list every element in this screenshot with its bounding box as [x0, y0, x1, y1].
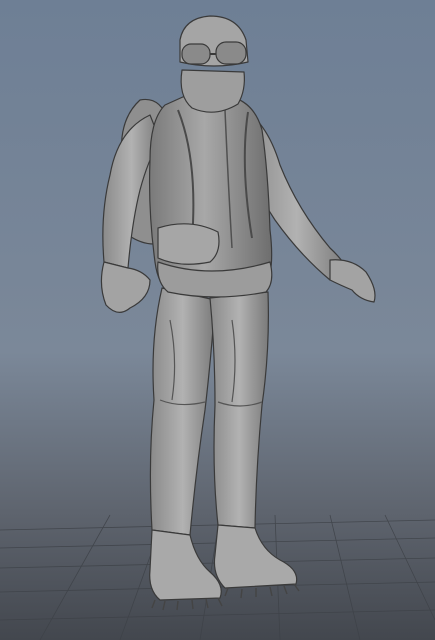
viewport-canvas[interactable] [0, 0, 435, 640]
face-mask [180, 69, 245, 113]
chest-pouch [157, 223, 220, 265]
3d-viewport[interactable] [0, 0, 435, 640]
